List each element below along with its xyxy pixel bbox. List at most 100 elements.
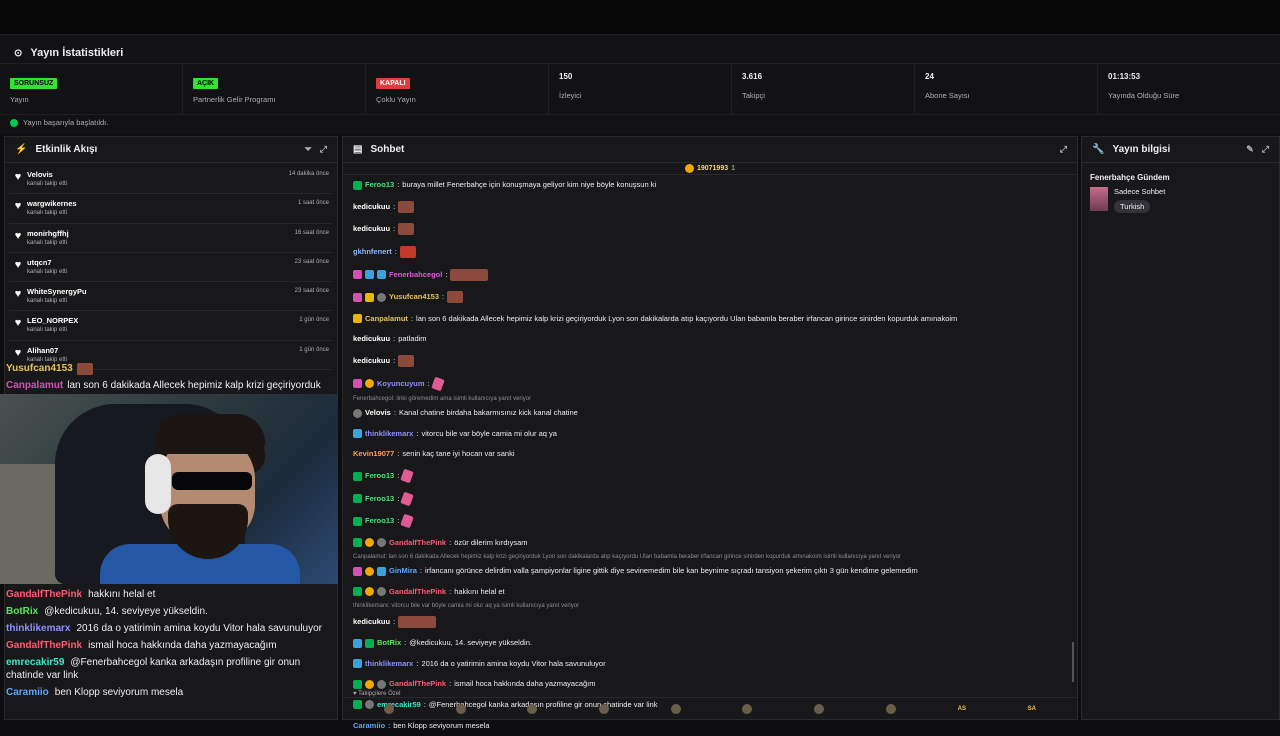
emote-icon[interactable] [384,704,394,714]
chat-scrollbar[interactable] [1072,642,1074,682]
edit-icon[interactable]: ✎ [1246,144,1254,155]
chat-username[interactable]: BotRix [377,638,401,648]
overlay-message: emrecakir59@Fenerbahcegol kanka arkadaşı… [0,654,338,684]
activity-user[interactable]: Alihan07 [27,346,67,355]
badge-icon [377,680,386,689]
chat-username[interactable]: kedicukuu [353,617,390,627]
chat-username[interactable]: kedicukuu [353,224,390,234]
emote-icon[interactable] [814,704,824,714]
activity-user[interactable]: LEO_NORPEX [27,316,78,325]
badge-icon [353,293,362,302]
chat-username[interactable]: Feroo13 [365,494,394,504]
colon: : [416,429,418,439]
chat-text: Kanal chatine birdaha bakarmısınız kick … [399,408,578,418]
chat-username[interactable]: Feroo13 [365,516,394,526]
overlay-username: Caramiio [6,687,49,698]
badge-icon [353,409,362,418]
badge-icon [353,587,362,596]
list-item[interactable]: ♥WhiteSynergyPukanalı takip etti23 saat … [9,282,333,311]
chat-username[interactable]: Caramiio [353,721,385,731]
stat-label: Çoklu Yayın [376,95,416,104]
activity-user[interactable]: monirhgffhj [27,229,69,238]
chat-text: hakkını helal et [454,587,504,597]
emote-icon[interactable] [527,704,537,714]
emote-icon[interactable] [671,704,681,714]
activity-user[interactable]: WhiteSynergyPu [27,287,87,296]
activity-action: kanalı takip etti [27,327,78,333]
activity-user[interactable]: utqcn7 [27,258,67,267]
emote-icon[interactable] [886,704,896,714]
expand-icon[interactable]: ⤢ [1262,144,1269,155]
emote-icon[interactable]: SA [1028,704,1036,714]
pinned-count: 1 [731,165,735,172]
badge-icon [353,379,362,388]
chat-message: thinklikemarx:2016 da o yatirimin amina … [353,653,1067,674]
chat-message: Velovis:Kanal chatine birdaha bakarmısın… [353,403,1067,424]
chat-username[interactable]: kedicukuu [353,334,390,344]
chat-username[interactable]: gkhnfenert [353,247,392,257]
filter-icon[interactable]: ⏷ [305,144,312,155]
stat-stream-health: SORUNSUZYayın [0,64,183,114]
chat-username[interactable]: GandalfThePink [389,679,446,689]
chat-username[interactable]: GinMira [389,566,417,576]
chat-username[interactable]: GandalfThePink [389,538,446,548]
activity-list: ♥Veloviskanalı takip etti14 dakika önce♥… [5,163,337,372]
chat-username[interactable]: Koyuncuyum [377,379,425,389]
chat-text: @kedicukuu, 14. seviyeye yükseldin. [409,638,532,648]
chat-message: gkhnfenert: [353,241,1067,264]
badge-icon [377,567,386,576]
stream-info-panel: 🔧 Yayın bilgisi ✎ ⤢ Fenerbahçe Gündem Sa… [1081,136,1280,720]
colon: : [388,721,390,731]
list-item[interactable]: ♥monirhgffhjkanalı takip etti16 saat önc… [9,224,333,253]
emote-icon[interactable] [742,704,752,714]
emote-icon[interactable]: AS [958,704,966,714]
stream-title: Fenerbahçe Gündem [1090,173,1271,182]
colon: : [397,471,399,481]
stats-icon: ⊙ [14,48,22,59]
colon: : [411,314,413,324]
chat-username[interactable]: thinklikemarx [365,659,413,669]
chat-username[interactable]: Feroo13 [365,180,394,190]
chat-username[interactable]: Fenerbahcegol [389,270,442,280]
list-item[interactable]: ♥wargwikerneskanalı takip etti1 saat önc… [9,194,333,223]
activity-time: 16 saat önce [295,230,329,236]
colon: : [397,180,399,190]
chat-message: Kevin19077:senin kaç tane iyi hocan var … [353,444,1067,465]
activity-action: kanalı takip etti [27,269,67,275]
chat-username[interactable]: thinklikemarx [365,429,413,439]
pinned-bar[interactable]: 190719931 [343,163,1077,175]
chat-username[interactable]: Yusufcan4153 [389,292,439,302]
chat-username[interactable]: kedicukuu [353,356,390,366]
chat-username[interactable]: kedicukuu [353,202,390,212]
chat-message: kedicukuu: [353,196,1067,219]
status-badge: SORUNSUZ [10,78,57,89]
info-header: 🔧 Yayın bilgisi ✎ ⤢ [1082,137,1279,163]
emote-icon[interactable] [599,704,609,714]
list-item[interactable]: ♥LEO_NORPEXkanalı takip etti1 gün önce [9,311,333,340]
chat-username[interactable]: Velovis [365,408,391,418]
heart-icon: ♥ [9,200,27,212]
stat-followers: 3.616Takipçi [732,64,915,114]
chat-username[interactable]: Canpalamut [365,314,408,324]
chat-text: senin kaç tane iyi hocan var sanki [402,449,514,459]
heart-icon: ♥ [9,230,27,242]
chat-username[interactable]: GandalfThePink [389,587,446,597]
expand-icon[interactable]: ⤢ [320,144,327,155]
activity-title: Etkinlik Akışı [35,144,97,155]
check-icon [10,119,18,127]
activity-user[interactable]: wargwikernes [27,199,77,208]
list-item[interactable]: ♥Veloviskanalı takip etti14 dakika önce [9,165,333,194]
activity-text: wargwikerneskanalı takip etti [27,199,77,216]
expand-icon[interactable]: ⤢ [1060,144,1067,155]
overlay-username: GandalfThePink [6,589,82,600]
list-item[interactable]: ♥utqcn7kanalı takip etti23 saat önce [9,253,333,282]
chat-username[interactable]: Feroo13 [365,471,394,481]
emote-icon [398,616,436,628]
overlay-text: 2016 da o yatirimin amina koydu Vitor ha… [76,623,322,634]
badge-icon [377,587,386,596]
emote-icon[interactable] [456,704,466,714]
chat-username[interactable]: Kevin19077 [353,449,394,459]
activity-user[interactable]: Velovis [27,170,67,179]
chat-text: buraya millet Fenerbahçe için konuşmaya … [402,180,656,190]
chat-message: GandalfThePink:hakkını helal et [353,582,1067,603]
